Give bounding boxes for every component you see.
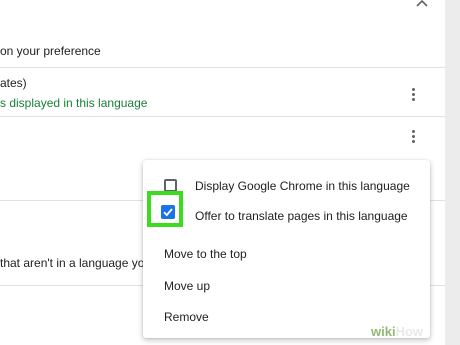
offer-translate-label: Offer to translate pages in this languag… [195, 209, 408, 223]
checkbox-checked-icon[interactable] [161, 205, 175, 219]
move-up-menu-item[interactable]: Move up [143, 270, 430, 300]
chevron-up-icon[interactable] [414, 0, 430, 12]
remove-label: Remove [164, 310, 209, 324]
language-status: s displayed in this language [0, 96, 148, 110]
display-chrome-menu-item[interactable]: Display Google Chrome in this language [143, 170, 430, 200]
display-chrome-label: Display Google Chrome in this language [195, 179, 410, 193]
language-name: ates) [0, 76, 27, 90]
move-up-label: Move up [164, 279, 211, 293]
more-vert-icon[interactable] [412, 88, 416, 103]
page-background [445, 0, 460, 345]
checkbox-highlight [147, 191, 183, 227]
move-to-top-label: Move to the top [164, 247, 247, 261]
divider [0, 116, 445, 117]
offer-translate-setting-text: that aren't in a language you r [0, 256, 159, 270]
watermark-part-2: How [395, 324, 424, 339]
language-options-menu: Display Google Chrome in this language O… [143, 160, 430, 338]
check-icon [163, 208, 173, 217]
move-to-top-menu-item[interactable]: Move to the top [143, 238, 430, 268]
divider [0, 67, 445, 68]
order-preference-text: on your preference [0, 44, 101, 58]
wikihow-watermark: wikiHow [371, 324, 423, 340]
more-vert-icon[interactable] [412, 130, 416, 145]
offer-translate-menu-item[interactable]: Offer to translate pages in this languag… [143, 200, 430, 230]
watermark-part-1: wiki [371, 324, 396, 339]
